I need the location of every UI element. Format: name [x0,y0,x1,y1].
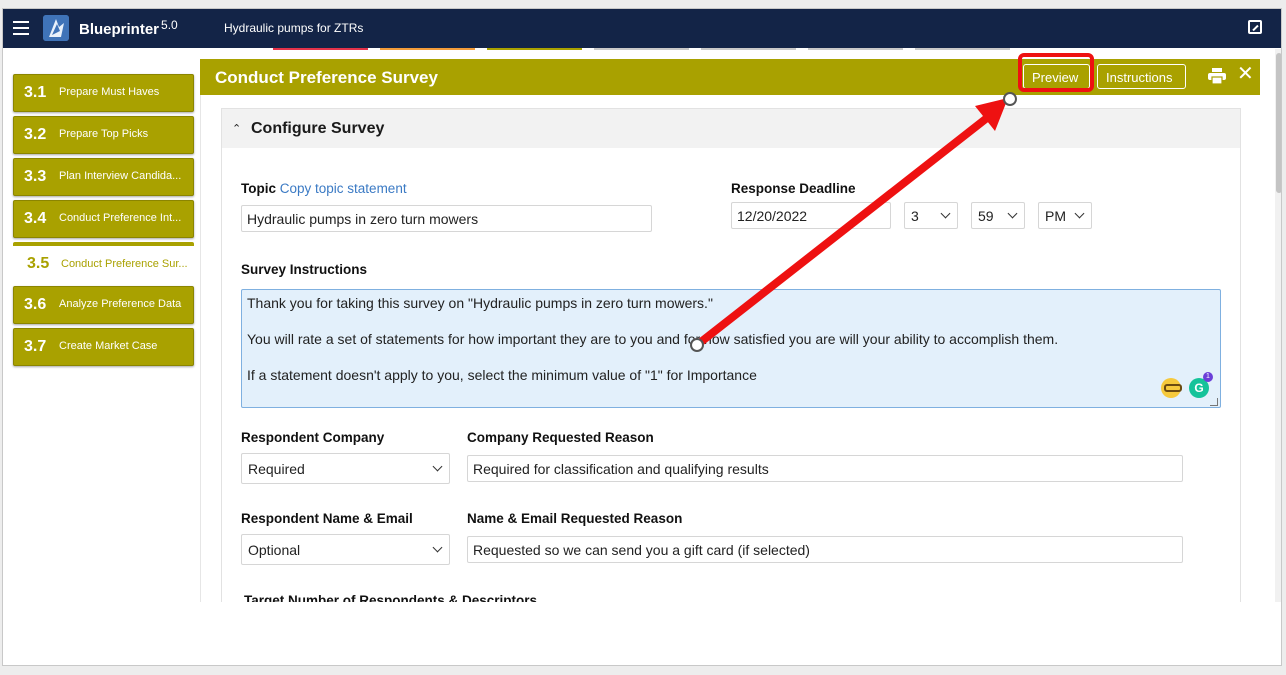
phase-strip [380,48,475,50]
respondent-company-select[interactable]: Required [241,453,450,484]
respondent-name-select[interactable]: Optional [241,534,450,565]
blueprinter-logo-icon [43,15,69,41]
sidebar-step-3-4[interactable]: 3.4 Conduct Preference Int... [13,200,194,238]
step-label: Analyze Preference Data [59,298,182,310]
instructions-line: Thank you for taking this survey on "Hyd… [247,295,713,311]
bottom-area [3,602,1281,665]
step-label: Conduct Preference Sur... [61,258,188,270]
top-bar: Blueprinter 5.0 Hydraulic pumps for ZTRs [3,9,1281,48]
phase-strips [273,48,1013,50]
deadline-minute-value: 59 [978,208,994,224]
close-icon[interactable]: ✕ [1237,64,1254,84]
section-title: Configure Survey [251,120,385,137]
panel-header: Conduct Preference Survey Preview Instru… [200,59,1260,95]
deadline-label: Response Deadline [731,181,856,196]
step-label: Conduct Preference Int... [59,212,182,224]
deadline-ampm-value: PM [1045,208,1066,224]
name-reason-label: Name & Email Requested Reason [467,511,683,526]
resize-handle-icon[interactable] [1210,398,1218,406]
panel-title: Conduct Preference Survey [215,68,438,87]
expand-icon[interactable] [1248,20,1262,34]
respondent-name-label: Respondent Name & Email [241,511,413,526]
section-header[interactable]: ⌃ Configure Survey [222,109,1240,148]
app-version: 5.0 [161,18,178,32]
chevron-down-icon [432,461,443,472]
document-title: Hydraulic pumps for ZTRs [224,21,364,35]
step-label: Create Market Case [59,340,158,352]
step-label: Prepare Must Haves [59,86,160,98]
app-brand: Blueprinter 5.0 [79,18,178,38]
step-number: 3.5 [27,255,50,272]
nerd-emoji-icon[interactable] [1161,378,1182,398]
survey-instructions-label: Survey Instructions [241,262,368,277]
copy-topic-link[interactable]: Copy topic statement [280,181,407,196]
instructions-button[interactable]: Instructions [1097,64,1186,89]
step-number: 3.7 [24,338,47,355]
respondent-company-value: Required [248,461,305,477]
phase-strip [487,48,582,50]
chevron-down-icon [432,542,443,553]
sidebar-step-3-2[interactable]: 3.2 Prepare Top Picks [13,116,194,154]
instructions-line: You will rate a set of statements for ho… [247,331,1059,347]
preview-highlight-box [1018,53,1094,92]
company-reason-label: Company Requested Reason [467,430,654,445]
deadline-date-input[interactable]: 12/20/2022 [731,202,891,229]
instructions-line: If a statement doesn't apply to you, sel… [247,367,757,383]
step-sidebar: 3.1 Prepare Must Haves 3.2 Prepare Top Pick… [13,74,194,370]
survey-instructions-textarea[interactable]: Thank you for taking this survey on "Hyd… [241,289,1221,408]
target-respondents-label: Target Number of Respondents & Descripto… [244,593,538,602]
step-number: 3.2 [24,126,47,143]
phase-strip [808,48,903,50]
respondent-name-value: Optional [248,542,301,558]
deadline-ampm-select[interactable]: PM [1038,202,1092,229]
chevron-up-icon[interactable]: ⌃ [232,122,241,135]
sidebar-step-3-7[interactable]: 3.7 Create Market Case [13,328,194,366]
sidebar-step-3-6[interactable]: 3.6 Analyze Preference Data [13,286,194,324]
step-label: Prepare Top Picks [59,128,149,140]
respondent-company-label: Respondent Company [241,430,385,445]
topic-label: Topic [241,181,276,196]
phase-strip [273,48,368,50]
app-name: Blueprinter [79,21,160,38]
phase-strip [594,48,689,50]
step-number: 3.1 [24,84,47,101]
step-number: 3.4 [24,210,47,227]
grammarly-badge: 1 [1203,372,1213,382]
deadline-hour-value: 3 [911,208,919,224]
chevron-down-icon [1007,208,1018,219]
step-label: Plan Interview Candida... [59,170,182,182]
hamburger-menu-icon[interactable] [13,21,29,35]
configure-survey-section: ⌃ Configure Survey Topic Copy topic stat… [221,108,1241,602]
app-window: Blueprinter 5.0 Hydraulic pumps for ZTRs … [2,8,1282,666]
sidebar-step-3-1[interactable]: 3.1 Prepare Must Haves [13,74,194,112]
step-number: 3.6 [24,296,47,313]
print-icon[interactable] [1208,68,1226,84]
topic-label-row: Topic Copy topic statement [241,181,407,196]
chevron-down-icon [1074,208,1085,219]
deadline-minute-select[interactable]: 59 [971,202,1025,229]
company-reason-input[interactable]: Required for classification and qualifyi… [467,455,1183,482]
survey-content: ⌃ Configure Survey Topic Copy topic stat… [200,95,1260,602]
scrollbar-thumb[interactable] [1276,53,1281,193]
scrollbar[interactable] [1275,49,1281,602]
step-number: 3.3 [24,168,47,185]
phase-strip [915,48,1010,50]
sidebar-step-3-3[interactable]: 3.3 Plan Interview Candida... [13,158,194,196]
topic-input[interactable]: Hydraulic pumps in zero turn mowers [241,205,652,232]
name-reason-input[interactable]: Requested so we can send you a gift card… [467,536,1183,563]
chevron-down-icon [940,208,951,219]
phase-strip [701,48,796,50]
sidebar-step-3-5[interactable]: 3.5 Conduct Preference Sur... [13,242,194,282]
deadline-hour-select[interactable]: 3 [904,202,958,229]
